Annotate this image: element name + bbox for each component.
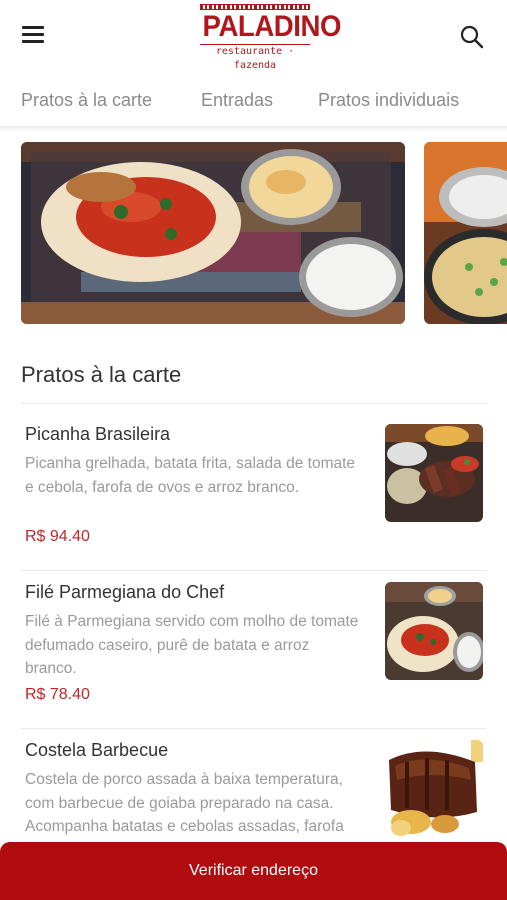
banner-slide-second[interactable] xyxy=(424,142,507,324)
item-price: R$ 94.40 xyxy=(25,528,90,545)
item-name: Picanha Brasileira xyxy=(25,424,171,444)
app-header: PALADINO restaurante · fazenda xyxy=(0,0,507,72)
divider xyxy=(21,403,487,404)
item-name: Costela Barbecue xyxy=(25,740,169,760)
paladino-logo[interactable]: PALADINO restaurante · fazenda xyxy=(198,4,342,71)
divider xyxy=(21,570,487,571)
item-photo-picanha xyxy=(385,424,483,522)
item-description: Costela de porco assada à baixa temperat… xyxy=(25,771,344,835)
item-price: R$ 78.40 xyxy=(25,686,90,703)
tabs-shadow xyxy=(0,126,507,132)
item-photo-costela xyxy=(385,740,483,838)
menu-item[interactable]: Picanha Brasileira Picanha grelhada, bat… xyxy=(0,424,507,554)
menu-item[interactable]: Filé Parmegiana do Chef Filé à Parmegian… xyxy=(0,582,507,712)
banner-slide-parmegiana[interactable] xyxy=(21,142,405,324)
logo-subtitle: restaurante · fazenda xyxy=(215,46,295,71)
item-description: Filé à Parmegiana servido com molho de t… xyxy=(25,613,359,677)
hamburger-menu-icon[interactable] xyxy=(22,26,48,46)
search-icon[interactable] xyxy=(459,24,485,50)
category-tabs: Pratos à la carte Entradas Pratos indivi… xyxy=(0,80,507,124)
tab-pratos-a-la-carte[interactable]: Pratos à la carte xyxy=(21,90,152,111)
section-title: Pratos à la carte xyxy=(21,362,182,387)
item-photo-parmegiana xyxy=(385,582,483,680)
item-name: Filé Parmegiana do Chef xyxy=(25,582,225,602)
item-description: Picanha grelhada, batata frita, salada d… xyxy=(25,455,356,496)
tab-entradas[interactable]: Entradas xyxy=(201,90,273,111)
verify-address-button[interactable]: Verificar endereço xyxy=(0,842,507,900)
logo-name: PALADINO xyxy=(202,10,342,43)
menu-item[interactable]: Costela Barbecue Costela de porco assada… xyxy=(0,740,507,850)
tab-pratos-individuais[interactable]: Pratos individuais xyxy=(318,90,459,111)
divider xyxy=(21,728,487,729)
